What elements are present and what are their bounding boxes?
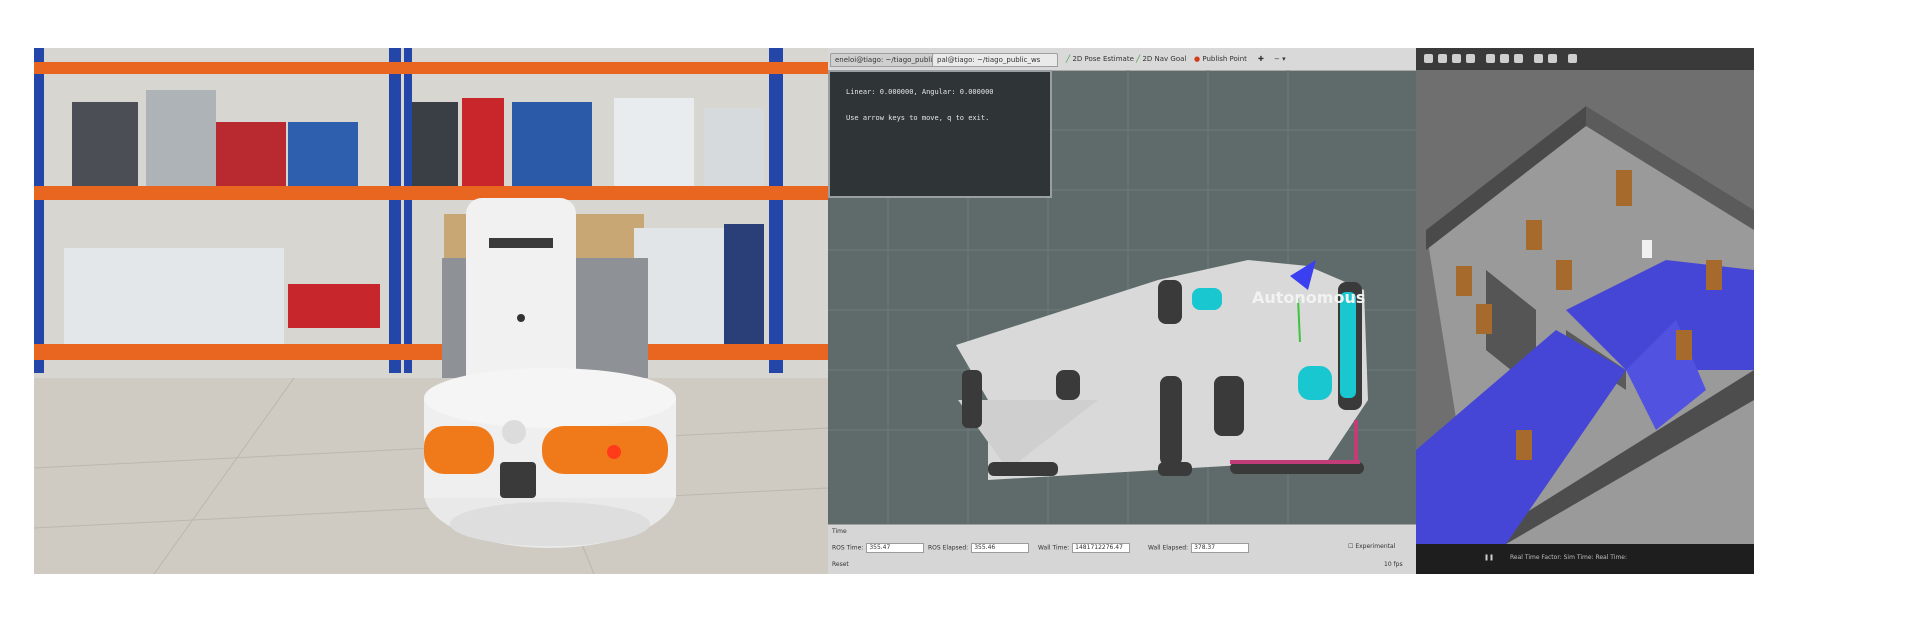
ros-time-value[interactable]: 355.47 <box>866 543 925 553</box>
rviz-panel: eneloi@tiago: ~/tiago_public_w... pal@ti… <box>828 48 1416 574</box>
gazebo-3d-view[interactable] <box>1416 70 1754 544</box>
wall-time-field: Wall Time: 1481712276.47 <box>1038 543 1131 553</box>
robot-frame-label: Autonomous <box>1252 288 1366 307</box>
wall-elapsed-field: Wall Elapsed: 378.37 <box>1148 543 1250 553</box>
experimental-checkbox[interactable]: ☐ Experimental <box>1348 543 1395 550</box>
gazebo-status-bar: ❚❚ Real Time Factor: Sim Time: Real Time… <box>1416 544 1754 574</box>
screenshot-icon[interactable] <box>1568 54 1577 63</box>
light-icon[interactable] <box>1534 54 1543 63</box>
terminal-help-line: Use arrow keys to move, q to exit. <box>846 114 990 122</box>
gazebo-toolbar <box>1416 48 1754 70</box>
sphere-shape-icon[interactable] <box>1500 54 1509 63</box>
rviz-toolbar: eneloi@tiago: ~/tiago_public_w... pal@ti… <box>828 48 1416 71</box>
robot-photo <box>34 48 828 574</box>
pose-estimate-tool[interactable]: ╱ 2D Pose Estimate <box>1066 54 1134 64</box>
ros-time-field: ROS Time: 355.47 <box>832 543 925 553</box>
wall-time-value[interactable]: 1481712276.47 <box>1072 543 1131 553</box>
wall-elapsed-value[interactable]: 378.37 <box>1191 543 1250 553</box>
add-tool-button[interactable]: ✚ <box>1258 54 1264 64</box>
ros-elapsed-value[interactable]: 355.46 <box>971 543 1030 553</box>
translate-icon[interactable] <box>1438 54 1447 63</box>
rotate-icon[interactable] <box>1452 54 1461 63</box>
scale-icon[interactable] <box>1466 54 1475 63</box>
nav-goal-tool[interactable]: ╱ 2D Nav Goal <box>1136 54 1186 64</box>
gazebo-panel: ❚❚ Real Time Factor: Sim Time: Real Time… <box>1416 48 1754 574</box>
publish-point-icon: ● <box>1194 55 1201 63</box>
box-shape-icon[interactable] <box>1486 54 1495 63</box>
reset-button[interactable]: Reset <box>832 561 849 568</box>
fps-readout: 10 fps <box>1384 561 1403 568</box>
publish-point-tool[interactable]: ● Publish Point <box>1194 54 1247 64</box>
terminal-velocity-line: Linear: 0.000000, Angular: 0.000000 <box>846 88 994 96</box>
robot-photo-panel <box>34 48 828 574</box>
camera-icon[interactable] <box>1548 54 1557 63</box>
time-panel-title: Time <box>832 528 847 535</box>
ros-elapsed-field: ROS Elapsed: 355.46 <box>928 543 1030 553</box>
time-panel: Time ROS Time: 355.47 ROS Elapsed: 355.46 … <box>828 524 1416 574</box>
pose-estimate-icon: ╱ <box>1066 55 1071 63</box>
select-icon[interactable] <box>1424 54 1433 63</box>
terminal-tab-2[interactable]: pal@tiago: ~/tiago_public_ws <box>932 53 1058 67</box>
nav-goal-icon: ╱ <box>1136 55 1141 63</box>
teleop-terminal[interactable]: Linear: 0.000000, Angular: 0.000000 Use … <box>828 70 1052 198</box>
cylinder-shape-icon[interactable] <box>1514 54 1523 63</box>
gazebo-status-text: Real Time Factor: Sim Time: Real Time: <box>1510 554 1628 561</box>
checkbox-icon: ☐ <box>1348 543 1354 550</box>
tool-menu-button[interactable]: − ▾ <box>1274 54 1286 64</box>
play-pause-icon[interactable]: ❚❚ <box>1484 554 1494 561</box>
terminal-tab-1[interactable]: eneloi@tiago: ~/tiago_public_w... <box>830 53 936 67</box>
